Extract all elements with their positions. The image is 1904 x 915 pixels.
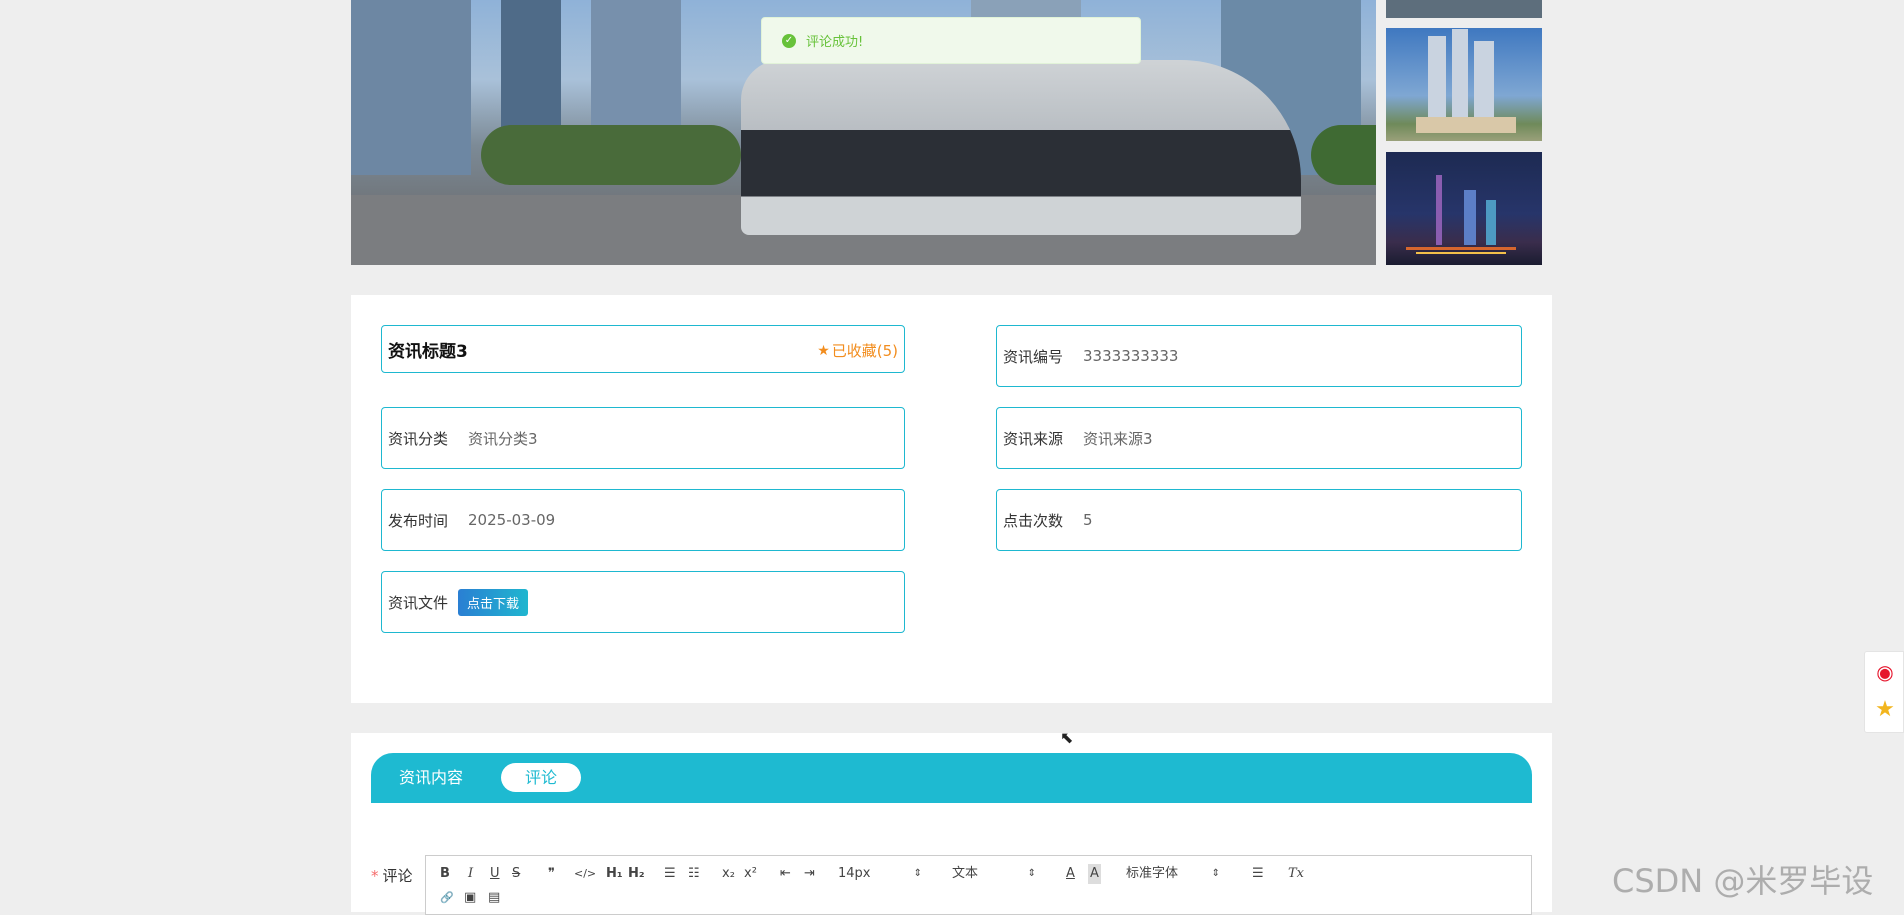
news-info-panel: 资讯标题3 ★ 已收藏(5) 资讯编号 3333333333 资讯分类 资讯分类…	[351, 295, 1552, 703]
favorite-button[interactable]: ★ 已收藏(5)	[817, 340, 898, 361]
image-icon[interactable]: ▣	[464, 888, 476, 908]
mouse-cursor-icon: ⬉	[1060, 728, 1074, 747]
news-title: 资讯标题3	[388, 341, 468, 362]
clear-format-icon[interactable]: Tx	[1288, 864, 1304, 884]
field-source: 资讯来源 资讯来源3	[996, 407, 1522, 469]
comment-editor[interactable]: B I U S ❞ </> H₁ H₂ ☰ ☷ x₂ x² ⇤ ⇥ 14px ⇕ …	[425, 855, 1532, 915]
field-label: 资讯编号	[1003, 347, 1064, 366]
background-color-icon[interactable]: A	[1088, 864, 1101, 884]
tram-photo	[741, 60, 1301, 235]
field-publish-time: 发布时间 2025-03-09	[381, 489, 905, 551]
superscript-button[interactable]: x²	[744, 864, 757, 884]
field-category: 资讯分类 资讯分类3	[381, 407, 905, 469]
ordered-list-icon[interactable]: ☰	[664, 864, 676, 884]
chevron-updown-icon: ⇕	[913, 868, 922, 879]
field-value: 资讯分类3	[468, 429, 538, 448]
toast-message: 评论成功!	[806, 35, 864, 50]
header-select[interactable]: 文本 ⇕	[952, 864, 1036, 884]
bold-button[interactable]: B	[440, 864, 450, 884]
star-icon: ★	[817, 342, 830, 359]
tab-news-content[interactable]: 资讯内容	[399, 763, 463, 792]
link-icon[interactable]: 🔗	[440, 888, 454, 908]
field-label: 资讯来源	[1003, 429, 1064, 448]
tab-comment[interactable]: 评论	[501, 763, 581, 792]
thumbnail-image[interactable]	[1386, 152, 1542, 265]
chevron-updown-icon: ⇕	[1211, 868, 1220, 879]
bullet-list-icon[interactable]: ☷	[688, 864, 700, 884]
indent-icon[interactable]: ⇥	[804, 864, 815, 884]
thumbnail-image[interactable]	[1386, 0, 1542, 18]
comment-label: * 评论	[371, 867, 413, 885]
favorite-star-icon[interactable]: ★	[1873, 698, 1897, 722]
h1-button[interactable]: H₁	[606, 864, 623, 884]
watermark: CSDN @米罗毕设	[1612, 862, 1874, 900]
align-icon[interactable]: ☰	[1252, 864, 1264, 884]
video-icon[interactable]: ▤	[488, 888, 500, 908]
field-value: 5	[1083, 511, 1093, 529]
field-label: 点击次数	[1003, 511, 1064, 530]
text-color-icon[interactable]: A	[1066, 864, 1075, 884]
success-toast: ✓ 评论成功!	[761, 17, 1141, 64]
outdent-icon[interactable]: ⇤	[780, 864, 791, 884]
required-mark: *	[371, 867, 379, 885]
strike-button[interactable]: S	[512, 864, 520, 884]
underline-button[interactable]: U	[490, 864, 500, 884]
field-number: 资讯编号 3333333333	[996, 325, 1522, 387]
field-value: 资讯来源3	[1083, 429, 1153, 448]
field-value: 3333333333	[1083, 347, 1179, 365]
favorite-label: 已收藏(5)	[831, 342, 898, 360]
field-label: 资讯文件	[388, 593, 449, 612]
subscript-button[interactable]: x₂	[722, 864, 735, 884]
chevron-updown-icon: ⇕	[1027, 868, 1036, 879]
tab-bar: 资讯内容 评论	[371, 753, 1532, 803]
download-button[interactable]: 点击下载	[458, 588, 529, 616]
code-icon[interactable]: </>	[574, 864, 596, 884]
field-file: 资讯文件 点击下载	[381, 571, 905, 633]
italic-button[interactable]: I	[468, 864, 473, 884]
h2-button[interactable]: H₂	[628, 864, 645, 884]
field-label: 资讯分类	[388, 429, 449, 448]
font-size-select[interactable]: 14px ⇕	[838, 864, 922, 884]
share-sidebar: ◉ ★	[1864, 651, 1904, 733]
font-family-select[interactable]: 标准字体 ⇕	[1126, 864, 1220, 884]
content-panel: 资讯内容 评论 * 评论 B I U S ❞ </> H₁ H₂ ☰ ☷ x₂ x…	[351, 733, 1552, 915]
success-check-icon: ✓	[782, 33, 796, 48]
blockquote-icon[interactable]: ❞	[548, 864, 555, 884]
weibo-icon[interactable]: ◉	[1873, 660, 1897, 684]
field-value: 2025-03-09	[468, 511, 556, 529]
field-clicks: 点击次数 5	[996, 489, 1522, 551]
field-label: 发布时间	[388, 511, 449, 530]
thumbnail-image[interactable]	[1386, 28, 1542, 141]
title-box: 资讯标题3 ★ 已收藏(5)	[381, 325, 905, 373]
